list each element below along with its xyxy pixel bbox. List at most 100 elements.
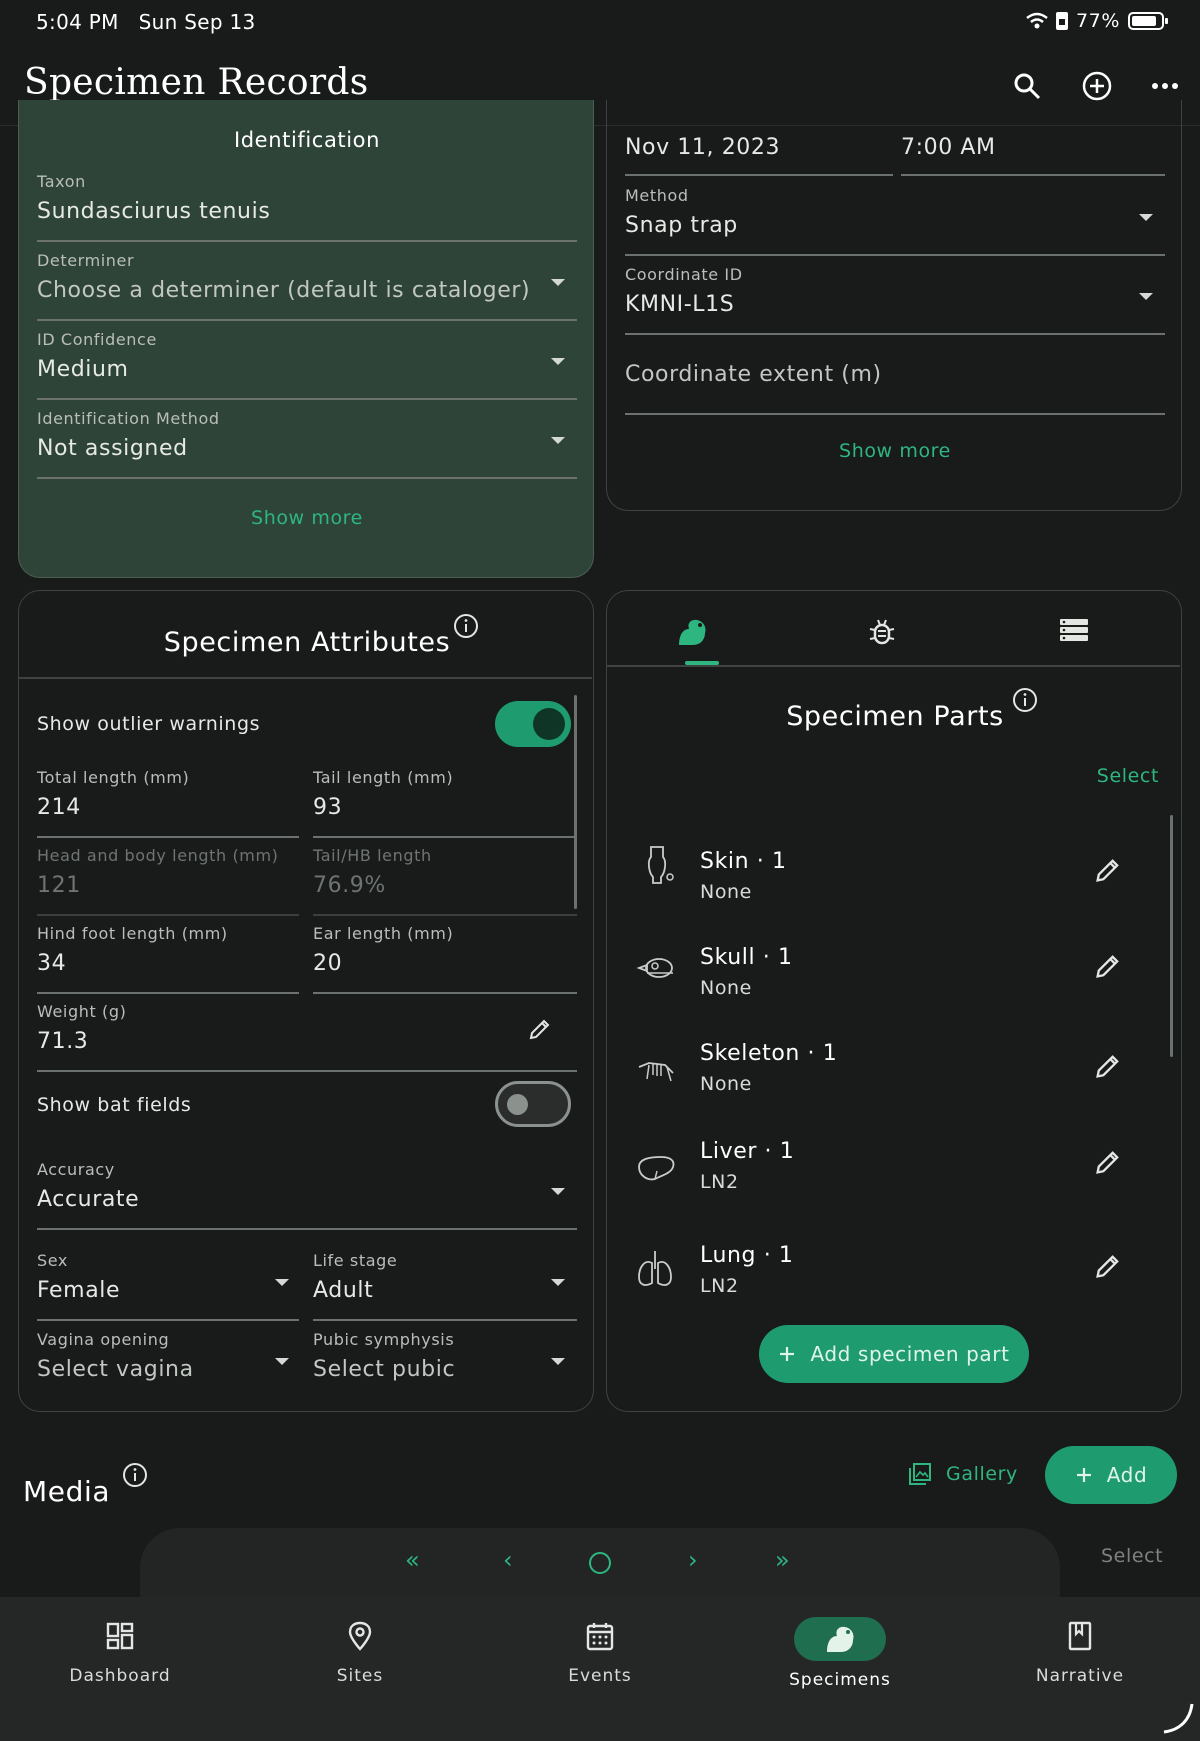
storage-list-icon bbox=[1060, 619, 1088, 641]
total-length-label: Total length (mm) bbox=[37, 768, 190, 787]
squirrel-icon bbox=[827, 1626, 854, 1652]
tab-parts[interactable] bbox=[657, 617, 727, 661]
vagina-opening-field[interactable]: Vagina opening Select vagina bbox=[37, 1330, 299, 1382]
list-item[interactable]: Skeleton · 1 None bbox=[607, 1039, 1167, 1119]
outlier-warnings-toggle[interactable] bbox=[495, 701, 571, 747]
vagina-opening-value: Select vagina bbox=[37, 1357, 194, 1382]
pubic-symphysis-label: Pubic symphysis bbox=[313, 1330, 455, 1349]
last-page-button[interactable]: » bbox=[775, 1546, 790, 1574]
sex-label: Sex bbox=[37, 1251, 68, 1270]
part-preservation: None bbox=[700, 1073, 752, 1095]
skeleton-icon bbox=[638, 1062, 674, 1082]
pubic-symphysis-field[interactable]: Pubic symphysis Select pubic bbox=[313, 1330, 577, 1382]
more-options-button[interactable] bbox=[1147, 68, 1183, 104]
nav-events[interactable]: Events bbox=[520, 1620, 680, 1686]
hind-foot-length-field[interactable]: Hind foot length (mm) 34 bbox=[37, 924, 299, 994]
add-media-button[interactable]: Add bbox=[1045, 1446, 1177, 1504]
id-confidence-underline bbox=[37, 398, 577, 400]
tail-length-field[interactable]: Tail length (mm) 93 bbox=[313, 768, 577, 838]
skin-icon bbox=[647, 846, 674, 884]
id-confidence-field[interactable]: ID Confidence Medium bbox=[37, 330, 577, 400]
chevron-down-icon bbox=[275, 1279, 289, 1286]
nav-specimens[interactable]: Specimens bbox=[760, 1617, 920, 1690]
edit-icon[interactable] bbox=[1093, 1147, 1123, 1177]
list-item[interactable]: Skin · 1 None bbox=[607, 831, 1167, 911]
chevron-down-icon bbox=[551, 1279, 565, 1286]
gallery-icon bbox=[909, 1463, 931, 1485]
total-length-field[interactable]: Total length (mm) 214 bbox=[37, 768, 299, 838]
sex-field[interactable]: Sex Female bbox=[37, 1251, 299, 1321]
coordinate-id-value: KMNI-L1S bbox=[625, 292, 735, 317]
next-page-button[interactable]: › bbox=[688, 1546, 698, 1574]
head-body-length-value: 121 bbox=[37, 873, 81, 898]
lock-rotation-icon bbox=[1055, 12, 1068, 30]
part-preservation: LN2 bbox=[700, 1171, 739, 1193]
nav-narrative[interactable]: Narrative bbox=[1000, 1620, 1160, 1686]
info-icon[interactable] bbox=[1012, 687, 1038, 713]
bug-icon bbox=[869, 619, 895, 645]
status-date: Sun Sep 13 bbox=[138, 10, 256, 34]
nav-narrative-label: Narrative bbox=[1035, 1666, 1125, 1686]
nav-dashboard[interactable]: Dashboard bbox=[40, 1620, 200, 1686]
ear-length-label: Ear length (mm) bbox=[313, 924, 454, 943]
list-item[interactable]: Lung · 1 LN2 bbox=[607, 1243, 1167, 1327]
identification-method-field[interactable]: Identification Method Not assigned bbox=[37, 409, 577, 479]
info-icon[interactable] bbox=[122, 1462, 148, 1488]
add-record-button[interactable] bbox=[1079, 68, 1115, 104]
date-field[interactable]: Nov 11, 2023 bbox=[625, 135, 893, 176]
time-value: 7:00 AM bbox=[901, 135, 996, 160]
coordinate-id-field[interactable]: Coordinate ID KMNI-L1S bbox=[625, 265, 1165, 335]
list-item[interactable]: Skull · 1 None bbox=[607, 935, 1167, 1015]
edit-icon[interactable] bbox=[1093, 1051, 1123, 1081]
accuracy-field[interactable]: Accuracy Accurate bbox=[37, 1160, 577, 1230]
parts-scrollbar[interactable] bbox=[1170, 815, 1173, 1057]
edit-icon[interactable] bbox=[1093, 951, 1123, 981]
ear-length-value: 20 bbox=[313, 951, 343, 976]
weight-field[interactable]: Weight (g) 71.3 bbox=[37, 1002, 577, 1072]
determiner-field[interactable]: Determiner Choose a determiner (default … bbox=[37, 251, 577, 321]
sex-value: Female bbox=[37, 1278, 121, 1303]
identification-method-underline bbox=[37, 477, 577, 479]
collecting-show-more-button[interactable]: Show more bbox=[607, 440, 1183, 462]
specimen-attributes-title: Specimen Attributes bbox=[163, 627, 451, 658]
info-icon[interactable] bbox=[453, 613, 479, 639]
life-stage-field[interactable]: Life stage Adult bbox=[313, 1251, 577, 1321]
chevron-down-icon bbox=[1139, 293, 1153, 300]
coordinate-extent-field[interactable]: Coordinate extent (m) bbox=[625, 362, 1165, 415]
collecting-method-underline bbox=[625, 254, 1165, 256]
edit-weight-icon[interactable] bbox=[527, 1016, 553, 1042]
time-underline bbox=[901, 174, 1165, 176]
head-body-length-underline bbox=[37, 914, 299, 916]
tab-parasites[interactable] bbox=[847, 617, 917, 661]
collecting-method-field[interactable]: Method Snap trap bbox=[625, 186, 1165, 256]
tail-length-value: 93 bbox=[313, 795, 343, 820]
id-confidence-value: Medium bbox=[37, 357, 129, 382]
media-select-button[interactable]: Select bbox=[1101, 1545, 1163, 1567]
media-title: Media bbox=[23, 1475, 111, 1508]
chevron-down-icon bbox=[275, 1358, 289, 1365]
weight-underline bbox=[37, 1070, 577, 1072]
current-page-indicator[interactable] bbox=[589, 1552, 611, 1574]
search-button[interactable] bbox=[1009, 68, 1045, 104]
add-specimen-part-label: Add specimen part bbox=[810, 1342, 1010, 1366]
taxon-field[interactable]: Taxon Sundasciurus tenuis bbox=[37, 172, 577, 242]
gallery-button[interactable]: Gallery bbox=[908, 1462, 1018, 1486]
edit-icon[interactable] bbox=[1093, 1251, 1123, 1281]
list-item[interactable]: Liver · 1 LN2 bbox=[607, 1139, 1167, 1223]
resize-handle-icon[interactable] bbox=[1160, 1700, 1196, 1736]
nav-sites[interactable]: Sites bbox=[280, 1620, 440, 1686]
ear-length-underline bbox=[313, 992, 577, 994]
parts-select-button[interactable]: Select bbox=[1097, 765, 1159, 787]
tab-list[interactable] bbox=[1039, 617, 1109, 661]
identification-show-more-button[interactable]: Show more bbox=[19, 507, 595, 529]
first-page-button[interactable]: « bbox=[405, 1546, 420, 1574]
time-field[interactable]: 7:00 AM bbox=[901, 135, 1165, 176]
previous-page-button[interactable]: ‹ bbox=[503, 1546, 513, 1574]
ear-length-field[interactable]: Ear length (mm) 20 bbox=[313, 924, 577, 994]
add-specimen-part-button[interactable]: Add specimen part bbox=[759, 1325, 1029, 1383]
part-preservation: None bbox=[700, 977, 752, 999]
life-stage-underline bbox=[313, 1319, 577, 1321]
hind-foot-length-value: 34 bbox=[37, 951, 67, 976]
edit-icon[interactable] bbox=[1093, 855, 1123, 885]
bat-fields-toggle[interactable] bbox=[495, 1081, 571, 1127]
